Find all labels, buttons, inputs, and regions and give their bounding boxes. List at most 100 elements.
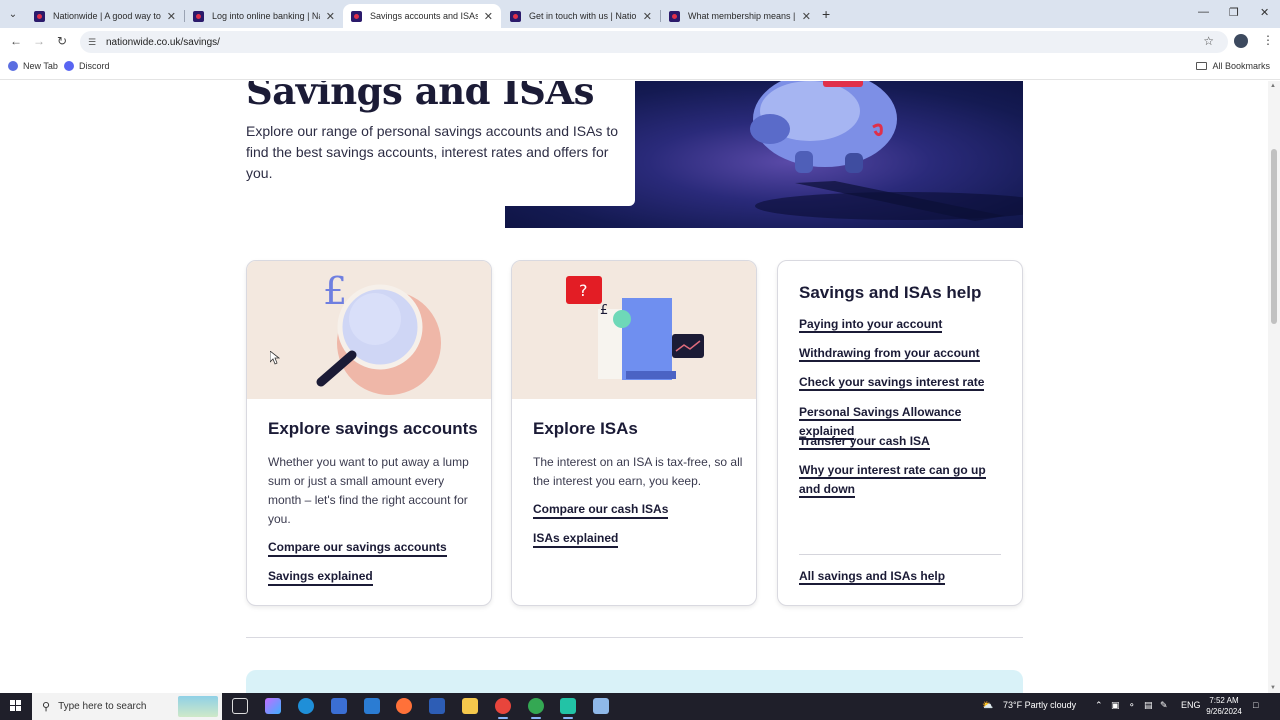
help-link-label[interactable]: Why your interest rate can go up and dow… (799, 463, 986, 498)
savings-explained-link[interactable]: Savings explained (268, 569, 373, 586)
scroll-down-icon[interactable]: ▼ (1270, 685, 1276, 691)
magnifying-glass-illustration: £ (247, 261, 491, 399)
help-link[interactable]: Paying into your account (799, 315, 1004, 334)
weather-text[interactable]: 73°F Partly cloudy (1003, 700, 1076, 710)
close-tab-icon[interactable]: ✕ (167, 10, 176, 23)
firefox-icon[interactable] (396, 698, 412, 714)
hero-description: Explore our range of personal savings ac… (246, 123, 618, 181)
help-link[interactable]: Why your interest rate can go up and dow… (799, 461, 1004, 499)
all-help-link[interactable]: All savings and ISAs help (799, 567, 1004, 586)
search-highlight-image (178, 696, 218, 717)
all-help-link-label[interactable]: All savings and ISAs help (799, 569, 946, 585)
site-info-icon[interactable]: ☰ (88, 37, 102, 48)
task-view-icon[interactable] (232, 698, 248, 714)
bookmarks-bar: New Tab Discord All Bookmarks (0, 56, 1280, 80)
close-tab-icon[interactable]: ✕ (802, 10, 811, 23)
minimize-icon[interactable]: — (1198, 6, 1209, 18)
network-icon[interactable]: ▤ (1144, 700, 1153, 711)
scroll-up-icon[interactable]: ▲ (1270, 83, 1276, 89)
browser-toolbar: ← → ↻ ☰ nationwide.co.uk/savings/ ☆ (0, 28, 1280, 56)
close-tab-icon[interactable]: ✕ (484, 10, 493, 23)
close-window-icon[interactable]: ✕ (1260, 6, 1269, 19)
windows-taskbar: ⚲ Type here to search ⛅ 73°F Partly clou… (0, 693, 1280, 720)
help-link[interactable]: Withdrawing from your account (799, 344, 1004, 363)
tray-expand-icon[interactable]: ⌃ (1095, 700, 1103, 711)
address-bar[interactable]: ☰ nationwide.co.uk/savings/ ☆ (80, 31, 1228, 53)
new-tab-icon[interactable]: + (822, 6, 830, 22)
reload-icon[interactable]: ↻ (57, 34, 67, 48)
close-tab-icon[interactable]: ✕ (326, 10, 335, 23)
bookmark-label: Discord (79, 61, 110, 71)
all-bookmarks-label: All Bookmarks (1212, 61, 1270, 71)
weather-icon[interactable]: ⛅ (982, 700, 993, 711)
search-placeholder: Type here to search (58, 701, 147, 712)
help-link[interactable]: Check your savings interest rate (799, 373, 1004, 392)
mouse-cursor-icon (270, 351, 280, 365)
browser-tab[interactable]: Log into online banking | Natio ✕ (185, 4, 343, 28)
tab-title: What membership means | Nat (688, 11, 796, 21)
isas-explained-link[interactable]: ISAs explained (533, 531, 619, 548)
bookmark-new-tab[interactable]: New Tab (8, 61, 58, 71)
all-bookmarks-button[interactable]: All Bookmarks (1196, 61, 1270, 71)
compare-savings-accounts-link[interactable]: Compare our savings accounts (268, 540, 447, 557)
help-link[interactable]: Transfer your cash ISA (799, 432, 1004, 451)
browser-menu-icon[interactable]: ⋮ (1262, 33, 1274, 47)
url-text[interactable]: nationwide.co.uk/savings/ (106, 37, 220, 48)
windows-start-icon[interactable] (10, 700, 22, 712)
back-arrow-icon[interactable]: ← (10, 34, 22, 48)
taskbar-search-box[interactable]: ⚲ Type here to search (32, 693, 222, 720)
store-icon[interactable] (331, 698, 347, 714)
profile-avatar-icon[interactable] (1234, 34, 1248, 48)
browser-tab[interactable]: Nationwide | A good way to ba ✕ (26, 4, 185, 28)
browser-tab[interactable]: Get in touch with us | Nationwi ✕ (502, 4, 661, 28)
tab-search-button[interactable]: ⌄ (4, 5, 22, 23)
help-link-label[interactable]: Paying into your account (799, 317, 943, 333)
search-icon: ⚲ (42, 701, 51, 713)
clock-time: 7:52 AM (1209, 696, 1239, 705)
mail-icon[interactable] (364, 698, 380, 714)
close-tab-icon[interactable]: ✕ (643, 10, 652, 23)
nationwide-favicon-icon (510, 10, 521, 22)
scrollbar-thumb[interactable] (1271, 149, 1277, 324)
card-description: The interest on an ISA is tax-free, so a… (533, 455, 743, 488)
card-title: Explore ISAs (533, 419, 638, 438)
app-icon[interactable] (560, 698, 576, 719)
clock-date: 9/26/2024 (1206, 707, 1242, 716)
system-clock[interactable]: 7:52 AM 9/26/2024 (1196, 695, 1252, 717)
forward-arrow-icon[interactable]: → (33, 34, 45, 48)
section-divider (246, 637, 1023, 638)
tab-strip: ⌄ Nationwide | A good way to ba ✕ Log in… (0, 0, 1280, 28)
explore-savings-card: £ Explore savings accounts Whether you w… (246, 260, 492, 606)
bookmark-star-icon[interactable]: ☆ (1203, 34, 1214, 48)
help-link-label[interactable]: Transfer your cash ISA (799, 434, 930, 450)
folder-icon (1196, 62, 1208, 70)
browser-tab-active[interactable]: Savings accounts and ISAs | Nat ✕ (343, 4, 501, 28)
card-title: Explore savings accounts (268, 419, 478, 438)
bookmark-discord[interactable]: Discord (64, 61, 110, 71)
microphone-icon[interactable]: ⚬ (1128, 700, 1136, 711)
tray-app-icon[interactable]: ▣ (1111, 700, 1120, 711)
bookmark-label: New Tab (23, 61, 58, 71)
help-link-label[interactable]: Withdrawing from your account (799, 346, 980, 362)
copilot-icon[interactable] (265, 698, 281, 714)
edge-icon[interactable] (298, 698, 314, 714)
notifications-icon[interactable]: □ (1253, 700, 1258, 710)
notepad-icon[interactable] (593, 698, 609, 714)
page-viewport: Savings and ISAs Explore our range of pe… (0, 81, 1268, 693)
nationwide-favicon-icon (669, 10, 680, 22)
card-title: Savings and ISAs help (799, 283, 982, 302)
file-explorer-icon[interactable] (462, 698, 478, 714)
tab-title: Nationwide | A good way to ba (53, 11, 161, 21)
pound-glyph: £ (600, 303, 608, 318)
nationwide-favicon-icon (34, 10, 45, 22)
compare-cash-isas-link[interactable]: Compare our cash ISAs (533, 502, 669, 519)
browser-tab[interactable]: What membership means | Nat ✕ (661, 4, 819, 28)
chrome-icon[interactable] (495, 698, 511, 719)
pen-icon[interactable]: ✎ (1160, 700, 1168, 711)
chrome-profile-icon[interactable] (528, 698, 544, 719)
help-link-label[interactable]: Check your savings interest rate (799, 375, 985, 391)
shield-icon[interactable] (429, 698, 445, 714)
restore-icon[interactable]: ❐ (1229, 6, 1239, 19)
page-title: Savings and ISAs (246, 81, 594, 113)
page-scrollbar[interactable]: ▲ ▼ (1268, 81, 1280, 693)
